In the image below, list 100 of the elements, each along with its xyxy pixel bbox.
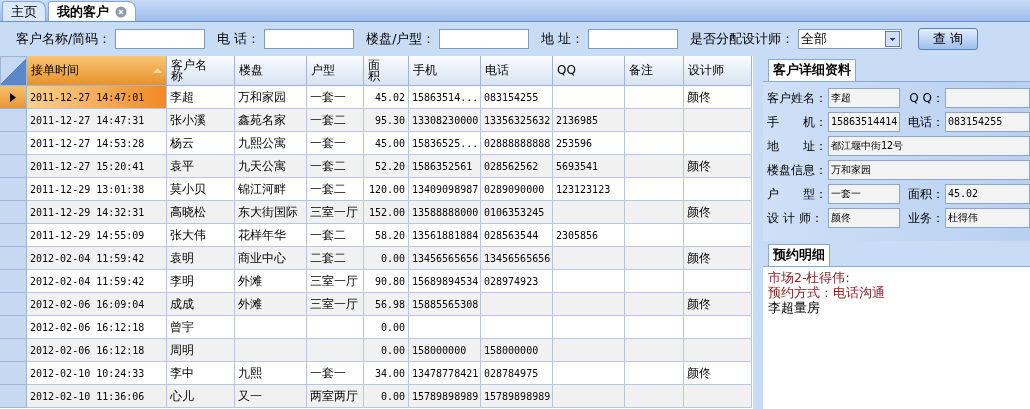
field-label: 手 机： (767, 113, 827, 131)
table-cell: 0.00 (364, 339, 409, 362)
table-cell: 13456565656 (481, 247, 553, 270)
table-cell: 028563544 (481, 224, 553, 247)
value-field[interactable]: 45.02 (945, 184, 1030, 204)
table-cell: 2012-02-06 16:12:18 (27, 339, 167, 362)
value-field[interactable]: 都江堰中街12号 (828, 136, 1030, 156)
table-cell: 九天公寓 (235, 155, 307, 178)
table-cell: 杨云 (167, 132, 235, 155)
column-header[interactable]: 手机 (409, 56, 481, 86)
input-field[interactable] (115, 29, 206, 49)
table-cell: 李超 (167, 86, 235, 109)
tab[interactable]: 主页 (2, 1, 46, 21)
table-cell: 一套一 (307, 132, 364, 155)
table-cell: 02888888888 (481, 132, 553, 155)
table-cell (553, 339, 625, 362)
table-cell: 一套二 (307, 224, 364, 247)
filter-label: 电 话： (217, 30, 261, 48)
table-cell (684, 385, 752, 408)
table-cell: 0.00 (364, 247, 409, 270)
table-cell (625, 339, 684, 362)
table-cell (625, 132, 684, 155)
column-header[interactable]: 楼盘 (235, 56, 307, 86)
table-cell: 2012-02-04 11:59:42 (27, 247, 167, 270)
input-field[interactable] (439, 29, 530, 49)
table-cell: 152.00 (364, 201, 409, 224)
column-header[interactable]: 客户名称 (167, 56, 235, 86)
value-field[interactable]: 15863514414 (828, 112, 900, 132)
table-cell (481, 293, 553, 316)
input-field[interactable] (588, 29, 679, 49)
query-button[interactable]: 查 询 (918, 28, 979, 50)
table-cell: 颜佟 (684, 362, 752, 385)
table-cell: 13356325632 (481, 109, 553, 132)
table-cell (625, 270, 684, 293)
field-label: 业务： (907, 209, 944, 227)
filter-label: 楼盘/户型： (366, 30, 436, 48)
table-cell (553, 385, 625, 408)
tab[interactable]: 我的客户 (48, 1, 136, 21)
table-cell: 15789898989 (481, 385, 553, 408)
table-cell: 2011-12-27 15:20:41 (27, 155, 167, 178)
field-label: 客户姓名： (767, 89, 827, 107)
table-cell: 万和家园 (235, 86, 307, 109)
table-cell (409, 316, 481, 339)
table-cell (553, 362, 625, 385)
table-cell: 曾宇 (167, 316, 235, 339)
column-header[interactable]: 电话 (481, 56, 553, 86)
value-field[interactable]: 一套一 (828, 184, 900, 204)
table-cell (553, 270, 625, 293)
column-header[interactable]: 备注 (625, 56, 684, 86)
table-cell: 三室一厅 (307, 201, 364, 224)
table-cell: 120.00 (364, 178, 409, 201)
column-header[interactable]: 设计师 (684, 56, 752, 86)
table-cell: 又一 (235, 385, 307, 408)
column-header[interactable]: 接单时间 (27, 56, 167, 86)
table-cell: 158000000 (481, 339, 553, 362)
panel-tab[interactable]: 预约明细 (768, 244, 830, 266)
close-icon[interactable] (115, 5, 127, 18)
table-cell: 2012-02-06 16:12:18 (27, 316, 167, 339)
column-header[interactable]: 面积 (364, 56, 409, 86)
table-cell (625, 155, 684, 178)
table-cell: 商业中心 (235, 247, 307, 270)
table-cell (625, 178, 684, 201)
row-header[interactable] (0, 86, 27, 109)
table-cell (553, 247, 625, 270)
value-field[interactable]: 083154255 (945, 112, 1030, 132)
table-cell: 253596 (553, 132, 625, 155)
table-cell: 56.98 (364, 293, 409, 316)
value-field[interactable]: 万和家园 (828, 160, 1030, 180)
dropdown-field[interactable]: 全部 (798, 29, 903, 49)
table-cell: 2011-12-29 13:01:38 (27, 178, 167, 201)
field-label: 地 址： (767, 137, 827, 155)
column-header[interactable]: QQ (553, 56, 625, 86)
table-cell: 鑫苑名家 (235, 109, 307, 132)
table-cell: 13588888000 (409, 201, 481, 224)
table-cell: 三室一厅 (307, 293, 364, 316)
table-cell (625, 385, 684, 408)
note-line: 市场2-杜得伟: (768, 270, 851, 285)
field-label: 面积： (907, 185, 944, 203)
column-header[interactable]: 户型 (307, 56, 364, 86)
input-field[interactable] (264, 29, 355, 49)
value-field[interactable] (945, 88, 1030, 108)
value-field[interactable]: 李超 (828, 88, 900, 108)
table-cell: 34.00 (364, 362, 409, 385)
table-cell (625, 109, 684, 132)
value-field[interactable]: 杜得伟 (945, 208, 1030, 228)
table-cell: 15836525... (409, 132, 481, 155)
table-cell: 15885565308 (409, 293, 481, 316)
table-cell (625, 362, 684, 385)
table-cell: 锦江河畔 (235, 178, 307, 201)
table-cell: 李明 (167, 270, 235, 293)
field-label: 电话： (907, 113, 944, 131)
table-cell: 颜佟 (684, 86, 752, 109)
table-cell: 一套二 (307, 109, 364, 132)
field-label: Q Q： (908, 89, 944, 107)
panel-tab[interactable]: 客户详细资料 (768, 59, 856, 81)
table-cell: 2305856 (553, 224, 625, 247)
value-field[interactable]: 颜佟 (828, 208, 900, 228)
table-cell: 2012-02-06 16:09:04 (27, 293, 167, 316)
table-cell: 95.30 (364, 109, 409, 132)
table-cell: 13478778421 (409, 362, 481, 385)
